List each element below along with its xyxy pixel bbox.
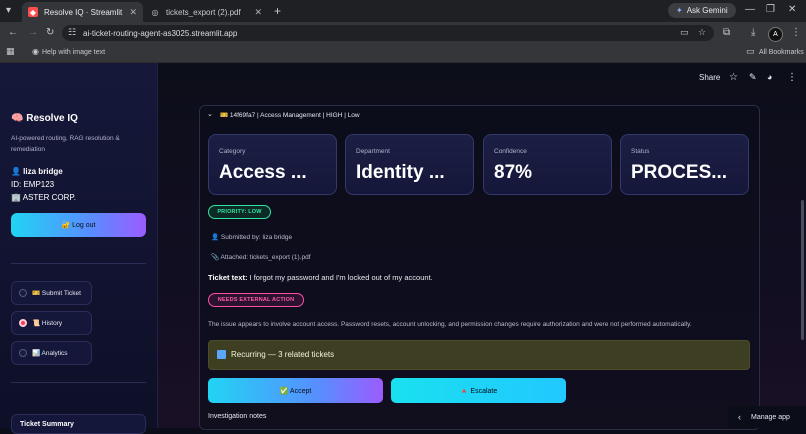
star-icon[interactable]: ☆ xyxy=(729,72,738,83)
expander-title[interactable]: 🎫 14f69fa7 | Access Management | HIGH | … xyxy=(220,111,360,119)
metric-label: Status xyxy=(631,148,650,155)
radio-icon xyxy=(19,349,27,357)
app-menu-icon[interactable]: ⋮ xyxy=(787,72,797,83)
close-tab-icon[interactable]: ✕ xyxy=(129,7,137,18)
help-with-image-text-bookmark[interactable]: Help with image text xyxy=(42,49,105,56)
browser-tab-active[interactable]: ◆ Resolve IQ · Streamlit ✕ xyxy=(22,2,143,22)
nav-label: 📊 Analytics xyxy=(32,350,68,357)
radio-selected-icon xyxy=(19,319,27,327)
investigation-notes-label: Investigation notes xyxy=(208,413,267,420)
metric-card-status: Status PROCES... xyxy=(620,134,749,195)
radio-icon xyxy=(19,289,27,297)
attached-file: 📎 Attached: tickets_export (1).pdf xyxy=(211,254,311,261)
share-button[interactable]: Share xyxy=(699,73,720,82)
main-scrollbar[interactable] xyxy=(801,200,804,340)
tab-title: tickets_export (2).pdf xyxy=(166,7,241,17)
accept-button[interactable]: ✅ Accept xyxy=(208,378,383,403)
url-text[interactable]: ai-ticket-routing-agent-as3025.streamlit… xyxy=(83,29,237,38)
close-window-icon[interactable]: ✕ xyxy=(788,5,796,15)
ask-gemini-label: Ask Gemini xyxy=(686,6,728,15)
submitted-by: 👤 Submitted by: liza bridge xyxy=(211,234,293,241)
new-tab-icon[interactable]: + xyxy=(274,5,281,17)
manage-app-button[interactable]: ‹ Manage app xyxy=(728,406,806,428)
tab-search-icon[interactable]: ▾ xyxy=(6,6,11,16)
recurring-text: Recurring — 3 related tickets xyxy=(231,350,335,359)
nav-history[interactable]: 📜 History xyxy=(11,311,92,335)
nav-label: 📜 History xyxy=(32,320,63,327)
tab-title: Resolve IQ · Streamlit xyxy=(44,7,123,17)
sidebar-divider xyxy=(11,382,146,383)
apps-grid-icon[interactable]: ▦ xyxy=(6,47,15,56)
recurring-info-icon xyxy=(217,350,226,359)
user-id: ID: EMP123 xyxy=(11,180,55,189)
github-icon[interactable]: ◕ xyxy=(767,72,772,82)
user-organization: 🏢 ASTER CORP. xyxy=(11,193,76,202)
download-icon[interactable]: ⤓ xyxy=(751,28,755,38)
ticket-text-body: I forgot my password and I'm locked out … xyxy=(247,273,433,282)
bookmark-star-icon[interactable]: ☆ xyxy=(698,28,706,37)
folder-icon: ▭ xyxy=(746,46,755,56)
metric-card-category: Category Access ... xyxy=(208,134,337,195)
site-info-icon[interactable]: ☷ xyxy=(68,28,76,37)
external-action-badge: NEEDS EXTERNAL ACTION xyxy=(208,293,304,307)
back-icon[interactable]: ← xyxy=(8,28,18,38)
metric-label: Confidence xyxy=(494,148,527,155)
manage-app-label: Manage app xyxy=(751,413,790,421)
priority-badge: PRIORITY: LOW xyxy=(208,205,271,219)
minimize-icon[interactable]: — xyxy=(745,5,755,15)
reload-icon[interactable]: ↻ xyxy=(46,28,54,38)
escalate-button[interactable]: 🔺 Escalate xyxy=(391,378,566,403)
metric-label: Department xyxy=(356,148,390,155)
metric-value: 87% xyxy=(494,162,533,183)
help-image-icon: ◉ xyxy=(32,47,39,56)
globe-favicon-icon: ◎ xyxy=(151,7,159,17)
cast-icon[interactable]: ▭ xyxy=(680,28,689,37)
maximize-icon[interactable]: ❐ xyxy=(766,5,775,15)
logout-button[interactable]: 🔐 Log out xyxy=(11,213,146,237)
app-brand-title: 🧠 Resolve IQ xyxy=(11,113,78,124)
ticket-text: Ticket text: I forgot my password and I'… xyxy=(208,273,433,282)
all-bookmarks-link[interactable]: All Bookmarks xyxy=(759,49,804,56)
metric-label: Category xyxy=(219,148,246,155)
app-tagline: AI-powered routing, RAG resolution & rem… xyxy=(11,135,120,153)
edit-pencil-icon[interactable]: ✎ xyxy=(749,72,757,83)
browser-tab[interactable]: ◎ tickets_export (2).pdf ✕ xyxy=(144,2,268,22)
metric-value: Access ... xyxy=(219,162,307,183)
profile-avatar[interactable]: A xyxy=(768,27,783,42)
streamlit-favicon-icon: ◆ xyxy=(28,7,38,17)
nav-submit-ticket[interactable]: 🎫 Submit Ticket xyxy=(11,281,92,305)
browser-menu-icon[interactable]: ⋮ xyxy=(791,28,801,38)
nav-analytics[interactable]: 📊 Analytics xyxy=(11,341,92,365)
chevron-left-icon: ‹ xyxy=(738,412,741,422)
user-name: 👤 liza bridge xyxy=(11,167,63,176)
metric-value: Identity ... xyxy=(356,162,445,183)
accept-label: ✅ Accept xyxy=(279,387,312,395)
escalate-label: 🔺 Escalate xyxy=(459,387,498,395)
sidebar-divider xyxy=(11,263,146,264)
gemini-sparkle-icon: ✦ xyxy=(676,6,683,15)
metric-card-department: Department Identity ... xyxy=(345,134,474,195)
bookmarks-bar xyxy=(0,44,806,63)
ticket-description: The issue appears to involve account acc… xyxy=(208,321,692,328)
chevron-down-icon[interactable]: ⌄ xyxy=(207,111,213,118)
forward-icon[interactable]: → xyxy=(28,28,38,38)
metric-card-confidence: Confidence 87% xyxy=(483,134,612,195)
extensions-icon[interactable]: ⧉ xyxy=(723,28,730,38)
ask-gemini-button[interactable]: ✦ Ask Gemini xyxy=(668,3,736,18)
close-tab-icon[interactable]: ✕ xyxy=(254,7,262,18)
ticket-text-label: Ticket text: xyxy=(208,273,248,282)
browser-tabstrip: ▾ ◆ Resolve IQ · Streamlit ✕ ◎ tickets_e… xyxy=(0,0,806,22)
metric-value: PROCES... xyxy=(631,162,728,183)
nav-label: 🎫 Submit Ticket xyxy=(32,290,81,297)
logout-label: 🔐 Log out xyxy=(61,222,96,229)
ticket-summary-card: Ticket Summary xyxy=(11,414,146,434)
